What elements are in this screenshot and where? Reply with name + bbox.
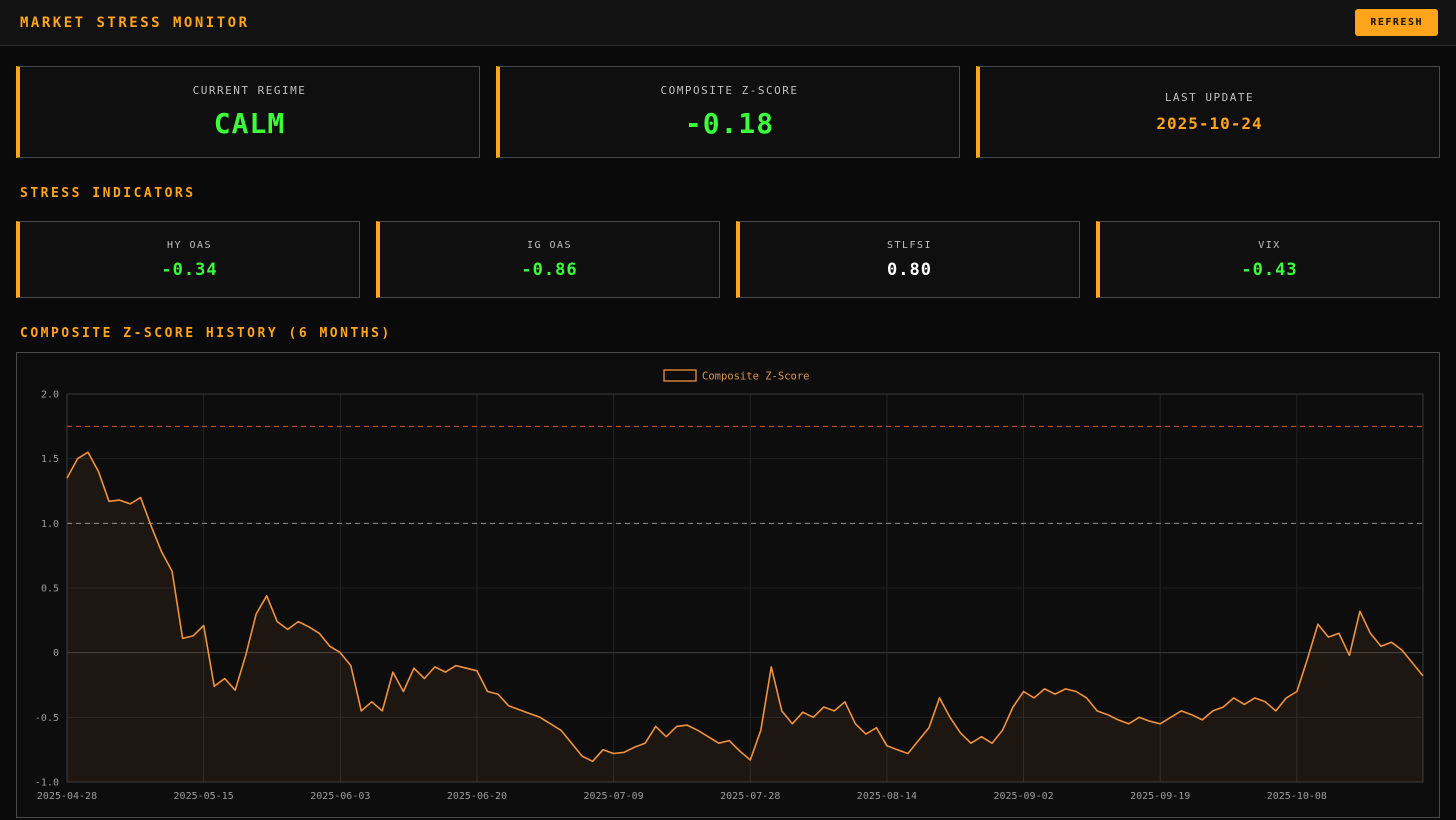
current-regime-label: CURRENT REGIME bbox=[192, 84, 307, 97]
svg-text:2025-06-20: 2025-06-20 bbox=[447, 791, 507, 802]
last-update-label: LAST UPDATE bbox=[1164, 91, 1255, 104]
svg-text:2025-05-15: 2025-05-15 bbox=[174, 791, 234, 802]
ig-oas-value: -0.86 bbox=[521, 259, 578, 280]
card-last-update: LAST UPDATE 2025-10-24 bbox=[976, 66, 1440, 158]
chart-panel: 2.0 1.5 1.0 0.5 0 -0.5 -1.0 2025-04-28 2025-05-1… bbox=[16, 352, 1440, 818]
card-current-regime: CURRENT REGIME CALM bbox=[16, 66, 480, 158]
stlfsi-label: STLFSI bbox=[886, 239, 933, 251]
summary-cards-row: CURRENT REGIME CALM COMPOSITE Z-SCORE -0… bbox=[16, 66, 1440, 158]
svg-text:2025-07-09: 2025-07-09 bbox=[583, 791, 643, 802]
svg-text:2025-09-19: 2025-09-19 bbox=[1130, 791, 1190, 802]
vix-value: -0.43 bbox=[1241, 259, 1298, 280]
section-header-stress-indicators: STRESS INDICATORS bbox=[20, 186, 196, 201]
last-update-value: 2025-10-24 bbox=[1156, 114, 1263, 133]
main-content: CURRENT REGIME CALM COMPOSITE Z-SCORE -0… bbox=[0, 66, 1456, 818]
hy-oas-label: HY OAS bbox=[166, 239, 213, 251]
vix-label: VIX bbox=[1258, 239, 1281, 251]
top-bar: MARKET STRESS MONITOR REFRESH bbox=[0, 0, 1456, 46]
card-hy-oas: HY OAS -0.34 bbox=[16, 221, 360, 298]
svg-text:Composite Z-Score: Composite Z-Score bbox=[702, 371, 809, 383]
svg-text:2025-08-14: 2025-08-14 bbox=[857, 791, 917, 802]
card-ig-oas: IG OAS -0.86 bbox=[376, 221, 720, 298]
card-stlfsi: STLFSI 0.80 bbox=[736, 221, 1080, 298]
svg-text:2025-06-03: 2025-06-03 bbox=[310, 791, 370, 802]
indicator-cards-row: HY OAS -0.34 IG OAS -0.86 STLFSI 0.80 VI… bbox=[16, 221, 1440, 298]
composite-zscore-value: -0.18 bbox=[684, 107, 775, 140]
refresh-button[interactable]: REFRESH bbox=[1355, 9, 1438, 36]
current-regime-value: CALM bbox=[213, 107, 286, 140]
svg-text:2025-07-28: 2025-07-28 bbox=[720, 791, 780, 802]
stlfsi-value: 0.80 bbox=[887, 259, 932, 280]
hy-oas-value: -0.34 bbox=[161, 259, 218, 280]
svg-text:1.5: 1.5 bbox=[41, 454, 59, 465]
composite-zscore-label: COMPOSITE Z-SCORE bbox=[660, 84, 799, 97]
svg-text:-1.0: -1.0 bbox=[35, 778, 59, 789]
svg-text:2025-10-08: 2025-10-08 bbox=[1267, 791, 1327, 802]
svg-text:-0.5: -0.5 bbox=[35, 713, 59, 724]
svg-text:0: 0 bbox=[53, 648, 59, 659]
zscore-history-chart: 2.0 1.5 1.0 0.5 0 -0.5 -1.0 2025-04-28 2025-05-1… bbox=[35, 369, 1424, 802]
section-header-zscore-history: COMPOSITE Z-SCORE HISTORY (6 MONTHS) bbox=[20, 326, 392, 341]
ig-oas-label: IG OAS bbox=[526, 239, 573, 251]
svg-text:2.0: 2.0 bbox=[41, 390, 59, 401]
svg-text:0.5: 0.5 bbox=[41, 584, 59, 595]
svg-text:2025-09-02: 2025-09-02 bbox=[993, 791, 1053, 802]
svg-text:1.0: 1.0 bbox=[41, 519, 59, 530]
chart-legend: Composite Z-Score bbox=[663, 369, 809, 383]
card-vix: VIX -0.43 bbox=[1096, 221, 1440, 298]
card-composite-zscore: COMPOSITE Z-SCORE -0.18 bbox=[496, 66, 960, 158]
app-title: MARKET STRESS MONITOR bbox=[20, 14, 250, 31]
svg-text:2025-04-28: 2025-04-28 bbox=[37, 791, 97, 802]
